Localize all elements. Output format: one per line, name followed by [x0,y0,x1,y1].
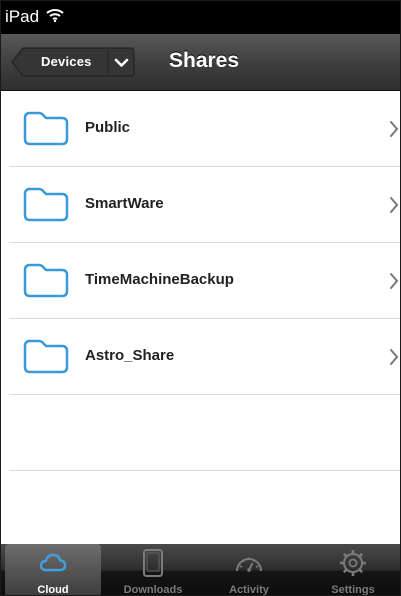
share-list: Public SmartWare TimeMachineBackup Astro… [9,91,400,471]
tab-settings[interactable]: Settings [305,544,400,596]
tab-label: Cloud [37,584,69,596]
status-bar: iPad [1,1,400,34]
cloud-icon [39,553,67,572]
tab-cloud[interactable]: Cloud [5,544,101,596]
folder-icon [23,187,69,222]
tab-bar: Cloud Downloads Activity Settings [1,544,400,596]
chevron-right-icon [390,349,399,365]
device-icon [143,549,163,577]
page-title: Shares [169,49,240,72]
back-button[interactable]: Devices [11,47,135,77]
back-button-label: Devices [41,54,92,69]
chevron-right-icon [390,121,399,137]
share-row-smartware[interactable]: SmartWare [9,167,400,243]
device-dropdown-button[interactable] [108,47,135,77]
share-row-public[interactable]: Public [9,91,400,167]
chevron-down-icon [114,58,129,67]
tab-label: Settings [331,584,375,596]
folder-icon [23,263,69,298]
folder-icon [23,111,69,146]
tab-activity[interactable]: Activity [201,544,297,596]
folder-icon [23,339,69,374]
tab-label: Activity [229,584,269,596]
navigation-bar: Devices Shares [1,34,400,91]
gear-icon [340,550,366,576]
empty-row [9,395,400,471]
share-label: Astro_Share [85,347,175,364]
app-frame: iPad Devices Shares Public SmartWare Tim… [0,0,401,596]
wifi-icon [46,9,64,23]
share-label: Public [85,119,131,136]
share-label: SmartWare [85,195,164,212]
gauge-icon [236,557,262,572]
device-label: iPad [5,7,40,26]
chevron-right-icon [390,273,399,289]
tab-label: Downloads [123,584,183,596]
share-label: TimeMachineBackup [85,271,234,288]
tab-downloads[interactable]: Downloads [105,544,201,596]
chevron-right-icon [390,197,399,213]
share-row-astro-share[interactable]: Astro_Share [9,319,400,395]
share-row-timemachinebackup[interactable]: TimeMachineBackup [9,243,400,319]
